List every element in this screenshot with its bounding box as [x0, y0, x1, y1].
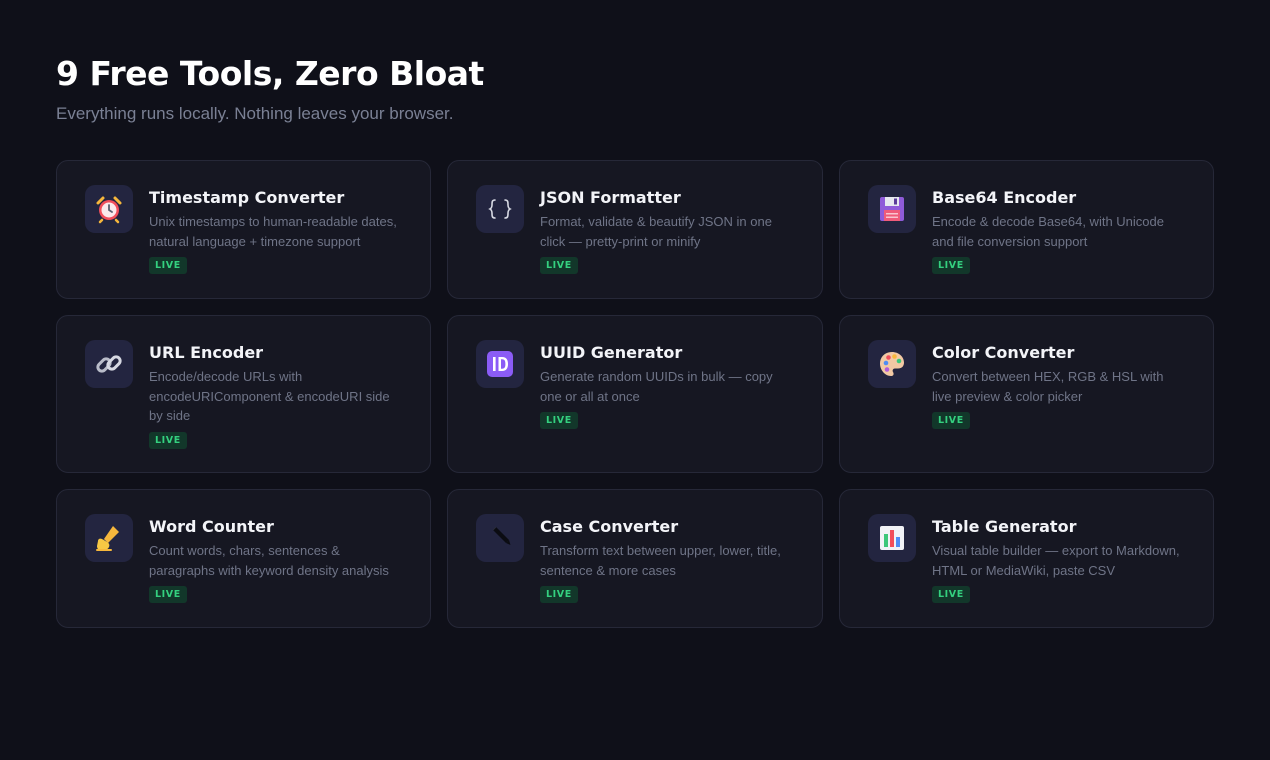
- card-title: Word Counter: [149, 517, 274, 536]
- card-description: Generate random UUIDs in bulk — copy one…: [540, 369, 773, 404]
- tools-page: 9 Free Tools, Zero Bloat Everything runs…: [0, 0, 1270, 760]
- card-content: Word Counter Count words, chars, sentenc…: [149, 514, 402, 603]
- card-description: Count words, chars, sentences & paragrap…: [149, 543, 389, 578]
- id-button-icon: [476, 340, 524, 388]
- card-title: Base64 Encoder: [932, 188, 1077, 207]
- tool-card-word-counter[interactable]: Word Counter Count words, chars, sentenc…: [56, 489, 431, 628]
- live-badge: LIVE: [149, 586, 187, 603]
- card-content: Base64 Encoder Encode & decode Base64, w…: [932, 185, 1185, 274]
- card-title: URL Encoder: [149, 343, 264, 362]
- card-title: Color Converter: [932, 343, 1075, 362]
- card-content: JSON Formatter Format, validate & beauti…: [540, 185, 794, 274]
- page-title: 9 Free Tools, Zero Bloat: [56, 54, 484, 93]
- card-description: Convert between HEX, RGB & HSL with live…: [932, 369, 1164, 404]
- card-description: Visual table builder — export to Markdow…: [932, 543, 1180, 578]
- palette-icon: [868, 340, 916, 388]
- card-title: JSON Formatter: [540, 188, 681, 207]
- link-icon: [85, 340, 133, 388]
- alarm-clock-icon: [85, 185, 133, 233]
- live-badge: LIVE: [540, 412, 578, 429]
- tools-grid: Timestamp Converter Unix timestamps to h…: [56, 160, 1214, 628]
- tool-card-json-formatter[interactable]: JSON Formatter Format, validate & beauti…: [447, 160, 823, 299]
- curly-braces-icon: [476, 185, 524, 233]
- tool-card-base64-encoder[interactable]: Base64 Encoder Encode & decode Base64, w…: [839, 160, 1214, 299]
- card-content: URL Encoder Encode/decode URLs with enco…: [149, 340, 402, 449]
- bar-chart-icon: [868, 514, 916, 562]
- tool-card-timestamp-converter[interactable]: Timestamp Converter Unix timestamps to h…: [56, 160, 431, 299]
- pencil-icon: [476, 514, 524, 562]
- card-content: Timestamp Converter Unix timestamps to h…: [149, 185, 402, 274]
- floppy-disk-icon: [868, 185, 916, 233]
- live-badge: LIVE: [932, 412, 970, 429]
- card-content: Case Converter Transform text between up…: [540, 514, 794, 603]
- live-badge: LIVE: [540, 257, 578, 274]
- tool-card-uuid-generator[interactable]: UUID Generator Generate random UUIDs in …: [447, 315, 823, 473]
- tool-card-color-converter[interactable]: Color Converter Convert between HEX, RGB…: [839, 315, 1214, 473]
- live-badge: LIVE: [932, 586, 970, 603]
- card-title: Case Converter: [540, 517, 679, 536]
- card-title: Timestamp Converter: [149, 188, 345, 207]
- live-badge: LIVE: [540, 586, 578, 603]
- tool-card-url-encoder[interactable]: URL Encoder Encode/decode URLs with enco…: [56, 315, 431, 473]
- writing-hand-icon: [85, 514, 133, 562]
- card-content: Color Converter Convert between HEX, RGB…: [932, 340, 1185, 448]
- card-title: Table Generator: [932, 517, 1077, 536]
- card-content: UUID Generator Generate random UUIDs in …: [540, 340, 794, 448]
- card-description: Transform text between upper, lower, tit…: [540, 543, 781, 578]
- card-title: UUID Generator: [540, 343, 683, 362]
- tool-card-case-converter[interactable]: Case Converter Transform text between up…: [447, 489, 823, 628]
- card-content: Table Generator Visual table builder — e…: [932, 514, 1185, 603]
- live-badge: LIVE: [932, 257, 970, 274]
- card-description: Encode & decode Base64, with Unicode and…: [932, 214, 1164, 249]
- card-description: Format, validate & beautify JSON in one …: [540, 214, 772, 249]
- live-badge: LIVE: [149, 431, 187, 449]
- card-description: Encode/decode URLs with encodeURICompone…: [149, 369, 390, 423]
- page-subtitle: Everything runs locally. Nothing leaves …: [56, 104, 454, 123]
- live-badge: LIVE: [149, 257, 187, 274]
- tool-card-table-generator[interactable]: Table Generator Visual table builder — e…: [839, 489, 1214, 628]
- card-description: Unix timestamps to human-readable dates,…: [149, 214, 397, 249]
